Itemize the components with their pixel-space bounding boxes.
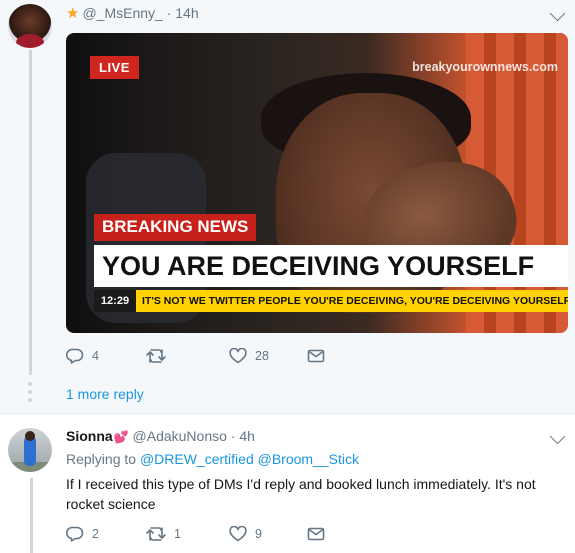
- thread-dots: [28, 382, 33, 406]
- reply-count: 2: [92, 527, 99, 541]
- tweet-time[interactable]: 4h: [239, 428, 255, 444]
- tweet-handle[interactable]: @AdakuNonso: [133, 428, 227, 444]
- avatar[interactable]: [8, 4, 52, 48]
- watermark: breakyourownnews.com: [412, 60, 558, 74]
- breaking-news-headline: YOU ARE DECEIVING YOURSELF: [94, 245, 568, 287]
- replying-prefix: Replying to: [66, 451, 137, 467]
- retweet-button[interactable]: 1: [146, 526, 181, 542]
- dm-button[interactable]: [307, 526, 325, 542]
- dm-icon: [307, 349, 325, 363]
- reply-count: 4: [92, 349, 99, 363]
- live-badge: LIVE: [90, 56, 139, 79]
- tweet-time[interactable]: 14h: [175, 5, 198, 21]
- star-icon: ★: [66, 5, 80, 22]
- chevron-down-icon[interactable]: [549, 428, 566, 445]
- reply-button[interactable]: 2: [66, 526, 99, 542]
- reply-icon: [66, 526, 84, 542]
- breaking-news-ticker: IT'S NOT WE TWITTER PEOPLE YOU'RE DECEIV…: [136, 290, 568, 312]
- like-button[interactable]: 9: [229, 526, 262, 542]
- like-icon: [229, 348, 247, 364]
- tweet-header: ★ @_MsEnny_ · 14h: [66, 4, 199, 22]
- like-count: 28: [255, 349, 269, 363]
- mention-link[interactable]: @DREW_certified: [140, 451, 254, 467]
- thread-line: [29, 50, 32, 380]
- heart-emoji-icon: 💕: [113, 430, 129, 444]
- retweet-button[interactable]: [146, 348, 174, 364]
- dm-icon: [307, 527, 325, 541]
- tweet-media-image[interactable]: LIVE breakyourownnews.com BREAKING NEWS …: [66, 33, 568, 333]
- dm-button[interactable]: [307, 348, 325, 364]
- separator: ·: [226, 428, 240, 444]
- separator: ·: [166, 5, 176, 21]
- replying-to: Replying to @DREW_certified @Broom__Stic…: [66, 451, 359, 467]
- retweet-count: 1: [174, 527, 181, 541]
- breaking-news-label: BREAKING NEWS: [94, 214, 257, 241]
- like-button[interactable]: 28: [229, 348, 269, 364]
- tweet-handle[interactable]: @_MsEnny_: [82, 5, 162, 21]
- display-name[interactable]: Sionna: [66, 428, 113, 444]
- avatar[interactable]: [8, 428, 52, 472]
- retweet-icon: [146, 527, 166, 541]
- tweet-header: Sionna💕 @AdakuNonso · 4h: [66, 428, 255, 444]
- thread-line: [30, 478, 33, 553]
- like-icon: [229, 526, 247, 542]
- retweet-icon: [146, 349, 166, 363]
- more-replies-link[interactable]: 1 more reply: [66, 386, 144, 402]
- reply-button[interactable]: 4: [66, 348, 99, 364]
- breaking-news-clock: 12:29: [94, 290, 136, 312]
- reply-icon: [66, 348, 84, 364]
- mention-link[interactable]: @Broom__Stick: [258, 451, 359, 467]
- tweet-text: If I received this type of DMs I'd reply…: [66, 476, 536, 512]
- like-count: 9: [255, 527, 262, 541]
